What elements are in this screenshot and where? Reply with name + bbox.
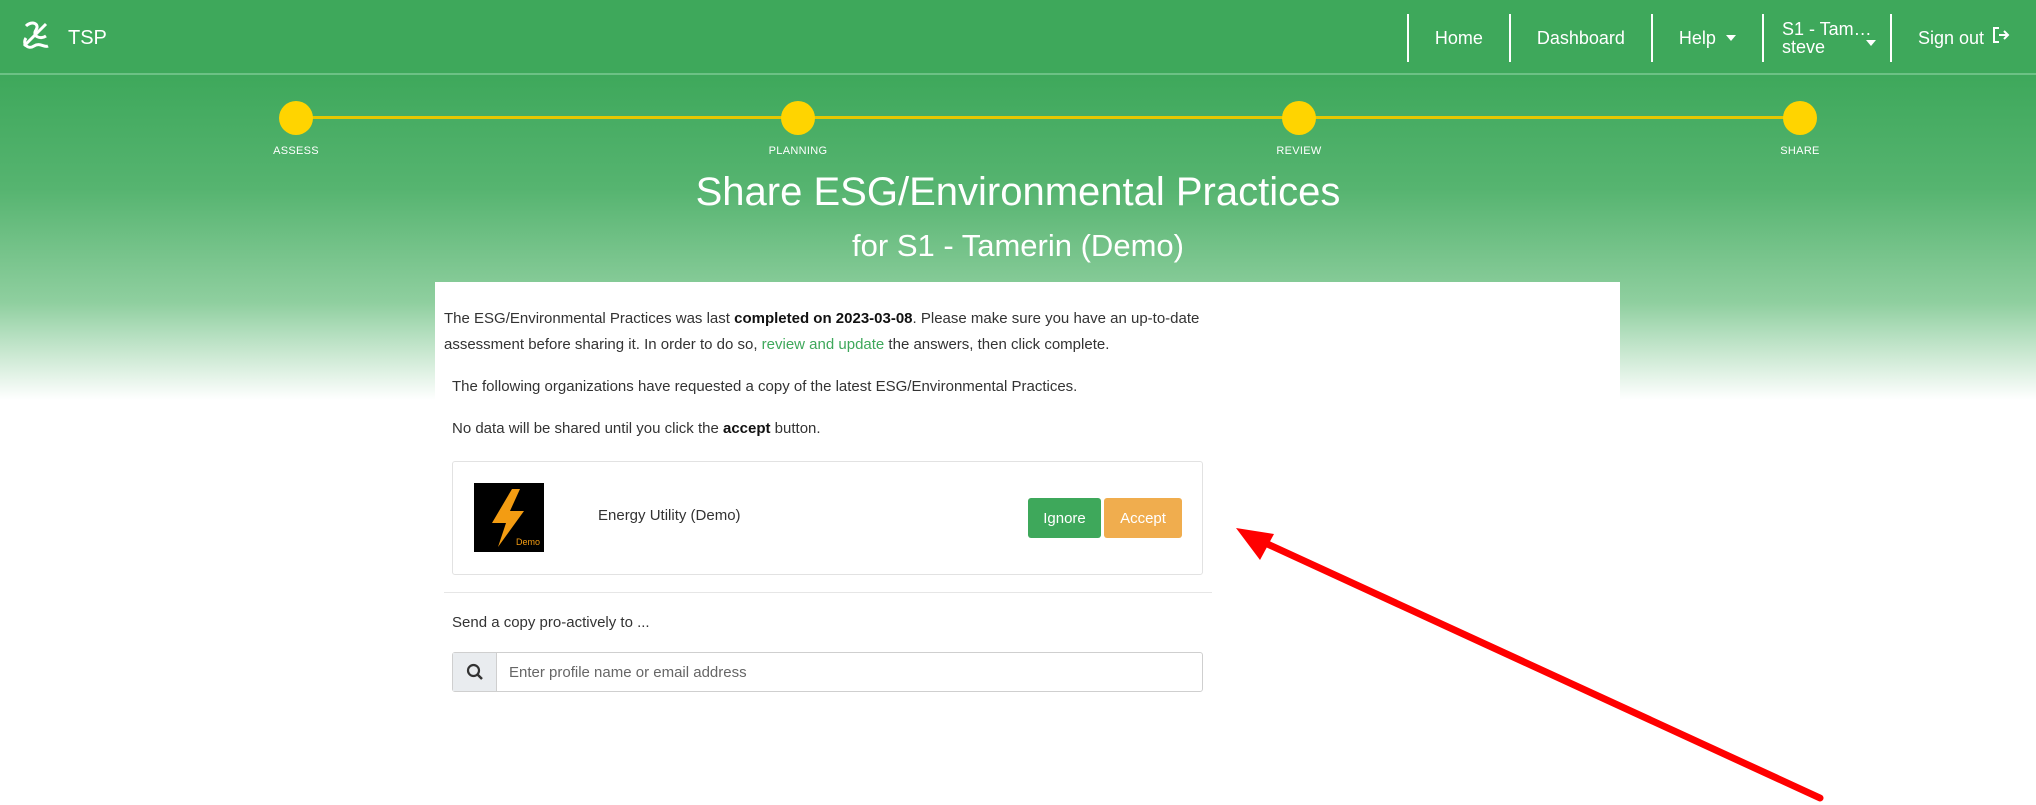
profile-search-group [452,652,1203,692]
chevron-down-icon [1725,35,1736,41]
accept-button[interactable]: Accept [1104,498,1182,538]
send-copy-label: Send a copy pro-actively to ... [452,614,650,631]
top-navbar: TSP Home Dashboard Help S1 - Tam… steve … [0,0,2036,75]
completed-date: completed on 2023-03-08 [734,310,913,327]
logo-text: Demo [516,537,540,547]
notice-text: No data will be shared until you click t… [452,420,723,437]
user-name: steve [1781,37,1825,57]
nav-help-dropdown[interactable]: Help [1650,14,1762,62]
step-dot [781,101,815,135]
step-label: SHARE [1780,145,1820,157]
org-name: Energy Utility (Demo) [598,507,741,524]
profile-search-input[interactable] [497,653,1202,691]
search-icon [453,653,497,691]
step-label: ASSESS [273,145,319,157]
nav-menu: Home Dashboard Help S1 - Tam… steve Sign… [1406,14,2036,62]
nav-home[interactable]: Home [1406,14,1509,62]
step-dot [1783,101,1817,135]
ignore-button[interactable]: Ignore [1028,498,1101,538]
chevron-down-icon [1865,40,1876,46]
step-label: PLANNING [768,145,828,157]
step-label: REVIEW [1276,145,1322,157]
brand[interactable]: TSP [18,18,107,58]
step-planning[interactable]: PLANNING [738,101,858,157]
sign-out-button[interactable]: Sign out [1889,14,2036,62]
requested-orgs-text: The following organizations have request… [452,378,1078,395]
notice-text: the answers, then click complete. [884,336,1110,353]
completion-notice: The ESG/Environmental Practices was last… [444,306,1244,358]
user-org-name: S1 - Tam… [1781,19,1872,39]
brand-logo-icon [18,18,54,59]
nav-user-dropdown[interactable]: S1 - Tam… steve [1761,14,1890,62]
nav-dashboard[interactable]: Dashboard [1508,14,1651,62]
notice-text: The ESG/Environmental Practices was last [444,310,735,327]
review-update-link[interactable]: review and update [762,336,885,353]
stepper-track [296,116,1800,119]
nav-home-label: Home [1434,27,1483,48]
sign-out-label: Sign out [1917,27,1984,48]
divider [444,592,1212,593]
sign-out-icon [1992,26,2010,50]
step-review[interactable]: REVIEW [1239,101,1359,157]
step-dot [1282,101,1316,135]
org-logo: Demo [474,483,544,552]
no-data-notice: No data will be shared until you click t… [452,420,821,437]
step-share[interactable]: SHARE [1740,101,1860,157]
accept-emphasis: accept [722,420,771,437]
nav-help-label: Help [1678,27,1716,48]
request-card: Demo Energy Utility (Demo) Ignore Accept [452,461,1203,575]
step-dot [279,101,313,135]
nav-dashboard-label: Dashboard [1536,27,1625,48]
annotation-arrow-icon [1236,528,1824,802]
step-assess[interactable]: ASSESS [236,101,356,157]
brand-name: TSP [68,26,107,49]
page-title: Share ESG/Environmental Practices [695,170,1341,214]
page-subtitle: for S1 - Tamerin (Demo) [852,228,1184,263]
notice-text: button. [770,420,821,437]
